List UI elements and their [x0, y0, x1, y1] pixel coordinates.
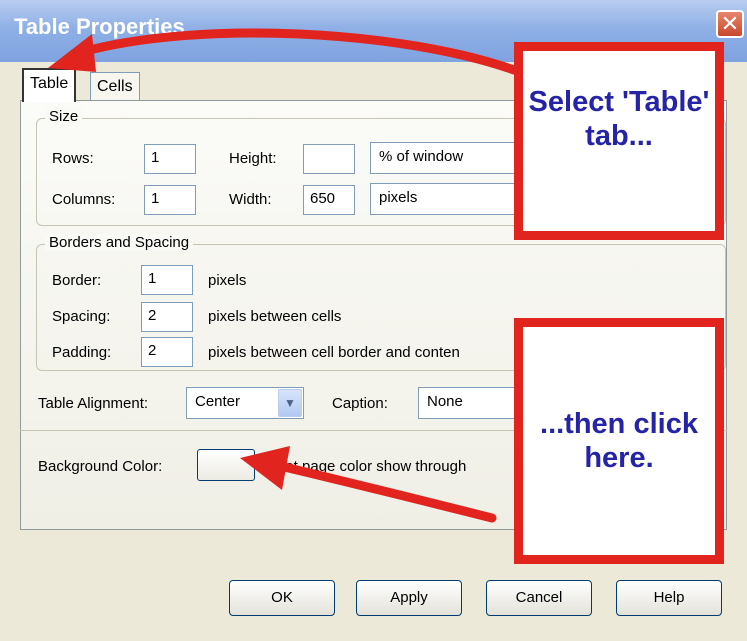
- tab-table[interactable]: Table: [22, 68, 77, 102]
- padding-field[interactable]: 2: [141, 337, 193, 367]
- background-color-label: Background Color:: [38, 458, 163, 475]
- spacing-suffix: pixels between cells: [208, 308, 342, 325]
- tab-cells[interactable]: Cells: [90, 72, 140, 102]
- rows-label: Rows:: [52, 150, 94, 167]
- table-properties-dialog: Table Properties ✕ Table Cells Size Rows…: [0, 0, 747, 641]
- borders-group-title: Borders and Spacing: [45, 234, 194, 251]
- spacing-field[interactable]: 2: [141, 302, 193, 332]
- height-unit-value: % of window: [379, 148, 464, 165]
- help-button[interactable]: Help: [616, 580, 722, 616]
- caption-select[interactable]: None: [418, 387, 528, 419]
- columns-label: Columns:: [52, 191, 116, 208]
- width-label: Width:: [229, 191, 272, 208]
- padding-label: Padding:: [52, 344, 112, 361]
- width-unit-select[interactable]: pixels: [370, 183, 520, 215]
- click-here-callout: ...then click here.: [514, 318, 724, 564]
- apply-button[interactable]: Apply: [356, 580, 462, 616]
- size-group-title: Size: [45, 108, 83, 125]
- close-icon: ✕: [720, 12, 740, 37]
- spacing-label: Spacing:: [52, 308, 111, 325]
- border-label: Border:: [52, 272, 102, 289]
- dialog-title: Table Properties: [14, 14, 185, 39]
- caption-value: None: [427, 393, 463, 410]
- close-button[interactable]: ✕: [716, 10, 744, 38]
- padding-suffix: pixels between cell border and conten: [208, 344, 460, 361]
- width-field[interactable]: 650: [303, 185, 355, 215]
- ok-button[interactable]: OK: [229, 580, 335, 616]
- height-label: Height:: [229, 150, 277, 167]
- callout-top-text: Select 'Table' tab...: [528, 86, 710, 152]
- height-field[interactable]: [303, 144, 355, 174]
- tab-cells-label: Cells: [97, 78, 133, 95]
- border-field[interactable]: 1: [141, 265, 193, 295]
- chevron-down-icon[interactable]: ▼: [278, 389, 302, 417]
- border-suffix: pixels: [208, 272, 247, 289]
- select-table-tab-callout: Select 'Table' tab...: [514, 42, 724, 240]
- table-alignment-label: Table Alignment:: [38, 395, 149, 412]
- cancel-button[interactable]: Cancel: [486, 580, 592, 616]
- rows-field[interactable]: 1: [144, 144, 196, 174]
- callout-bottom-text: ...then click here.: [540, 408, 698, 474]
- width-unit-value: pixels: [379, 189, 418, 206]
- background-color-hint: (Let page color show through: [272, 458, 467, 475]
- caption-label: Caption:: [332, 395, 388, 412]
- height-unit-select[interactable]: % of window: [370, 142, 520, 174]
- background-color-button[interactable]: [197, 449, 255, 481]
- tab-table-label: Table: [30, 75, 69, 92]
- table-alignment-select[interactable]: Center ▼: [186, 387, 304, 419]
- table-alignment-value: Center: [195, 393, 241, 410]
- columns-field[interactable]: 1: [144, 185, 196, 215]
